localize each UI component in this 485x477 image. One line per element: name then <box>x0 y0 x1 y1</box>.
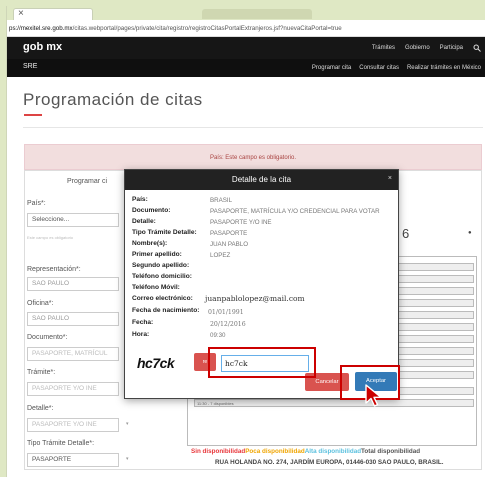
detail-value: JUAN PABLO <box>210 241 249 248</box>
detail-value: BRASIL <box>210 197 233 204</box>
nav-link-participa[interactable]: Participa <box>440 45 463 51</box>
detail-value: LOPEZ <box>210 252 231 259</box>
oficina-select[interactable]: SAO PAULO <box>27 312 119 326</box>
detail-label: Primer apellido: <box>132 251 182 258</box>
detail-label: Tipo Trámite Detalle: <box>132 229 197 236</box>
detalle-select[interactable]: PASAPORTE Y/O INE <box>27 418 119 432</box>
detail-label: Nombre(s): <box>132 240 168 247</box>
representacion-select[interactable]: SAO PAULO <box>27 277 119 291</box>
detail-label: Fecha de nacimiento: <box>132 307 200 314</box>
legend-poca: Poca disponibilidad <box>245 448 305 455</box>
detail-value-email: juanpablolopez@mail.com <box>205 294 305 303</box>
detail-label: Documento: <box>132 207 171 214</box>
pais-label: País*: <box>27 200 46 207</box>
calendar-day-number: 6 <box>402 226 410 241</box>
legend-sin: Sin disponibilidad <box>191 448 246 455</box>
sre-brand[interactable]: SRE <box>23 63 37 70</box>
documento-select[interactable]: PASAPORTE, MATRÍCUL <box>27 347 119 361</box>
search-icon[interactable] <box>473 44 481 52</box>
oficina-label: Oficina*: <box>27 300 54 307</box>
panel-heading: Programar ci <box>67 178 108 185</box>
detail-label: Correo electrónico: <box>132 295 193 302</box>
detail-label: Teléfono domicilio: <box>132 273 192 280</box>
representacion-label: Representación*: <box>27 266 81 273</box>
detalle-label: Detalle*: <box>27 405 54 412</box>
help-text: Este campo es obligatorio <box>27 235 74 240</box>
captcha-highlight-box <box>208 347 316 378</box>
mouse-cursor-icon <box>365 384 382 407</box>
title-underline <box>24 114 42 116</box>
nav-link-tramites[interactable]: Trámites <box>372 45 395 51</box>
tramite-label: Trámite*: <box>27 369 56 376</box>
close-icon[interactable]: × <box>388 175 392 182</box>
address-bar[interactable]: ps://mexitel.sre.gob.mx/citas.webportal/… <box>7 20 485 37</box>
legend-total: Total disponibilidad <box>361 448 421 455</box>
tramite-select[interactable]: PASAPORTE Y/O INE <box>27 382 119 396</box>
detail-label: Teléfono Móvil: <box>132 284 180 291</box>
detail-value: PASAPORTE <box>210 230 248 237</box>
divider <box>23 127 483 128</box>
browser-window: × ps://mexitel.sre.gob.mx/citas.webporta… <box>6 6 485 477</box>
office-address: RUA HOLANDA NO. 274, JARDÍM EUROPA, 0144… <box>215 459 444 466</box>
browser-tab[interactable]: × <box>13 8 93 20</box>
detail-label: Hora: <box>132 331 150 338</box>
detail-value: 01/01/1991 <box>208 309 244 316</box>
tab-close-icon[interactable]: × <box>18 8 24 19</box>
pais-select[interactable]: Seleccione... <box>27 213 119 227</box>
chevron-down-icon: ▾ <box>126 456 129 462</box>
tab-bar: × <box>7 6 485 20</box>
tipo-tramite-label: Tipo Trámite Detalle*: <box>27 440 95 447</box>
detail-label: Fecha: <box>132 319 154 326</box>
detail-label: País: <box>132 196 148 203</box>
sub-navbar: SRE Programar cita Consultar citas Reali… <box>7 59 485 77</box>
page-title: Programación de citas <box>23 90 203 109</box>
detail-value: 20/12/2016 <box>210 321 246 328</box>
inactive-tab[interactable] <box>202 9 312 19</box>
subnav-consultar-citas[interactable]: Consultar citas <box>359 65 399 71</box>
detail-value: PASAPORTE, MATRÍCULA Y/O CREDENCIAL PARA… <box>210 208 380 215</box>
url-host: ps://mexitel.sre.gob.mx <box>9 25 73 32</box>
detail-value: 09:30 <box>210 332 226 339</box>
top-navbar: gob mx Trámites Gobierno Participa <box>7 37 485 59</box>
availability-legend: Sin disponibilidadPoca disponibilidadAlt… <box>191 448 420 455</box>
nav-link-gobierno[interactable]: Gobierno <box>405 45 430 51</box>
settings-icon[interactable]: ● <box>468 230 472 236</box>
documento-label: Documento*: <box>27 334 68 341</box>
slot-row[interactable]: 11:30 - 7 disponibles <box>194 399 474 407</box>
chevron-down-icon: ▾ <box>126 421 129 427</box>
detail-label: Segundo apellido: <box>132 262 190 269</box>
gobmx-logo[interactable]: gob mx <box>23 41 62 53</box>
tipo-tramite-select[interactable]: PASAPORTE <box>27 453 119 467</box>
detail-label: Detalle: <box>132 218 156 225</box>
detail-value: PASAPORTE Y/O INE <box>210 219 272 226</box>
legend-alta: Alta disponibilidad <box>304 448 362 455</box>
subnav-programar-cita[interactable]: Programar cita <box>312 65 351 71</box>
error-alert: País: Este campo es obligatorio. <box>24 144 482 170</box>
url-path: /citas.webportal/pages/private/cita/regi… <box>72 25 342 32</box>
modal-title: Detalle de la cita <box>125 170 398 190</box>
captcha-image: hc7ck <box>137 355 175 371</box>
subnav-realizar-tramites[interactable]: Realizar trámites en México <box>407 65 481 71</box>
